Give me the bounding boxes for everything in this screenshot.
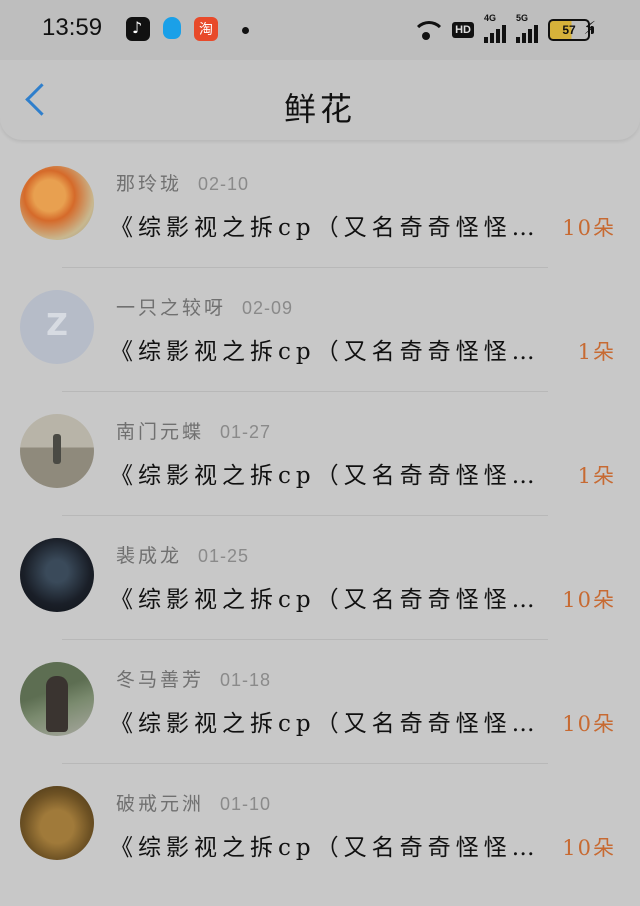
header: 鲜花 — [0, 60, 640, 140]
signal-5g-label: 5G — [516, 13, 529, 23]
charging-bolt-icon: ⚡ — [583, 18, 596, 39]
qq-app-icon — [160, 17, 184, 41]
list-item[interactable]: 南门元蝶 01-27 《综影视之拆cp（又名奇奇怪怪的》 1朵 — [0, 392, 640, 516]
flower-count: 1朵 — [577, 340, 616, 364]
post-date: 02-10 — [198, 174, 250, 194]
flower-count: 10朵 — [562, 836, 616, 860]
status-bar: 13:59 HD 4G 5G 57 ⚡ — [0, 0, 640, 60]
list-item[interactable]: 冬马善芳 01-18 《综影视之拆cp（又名奇奇怪怪的》 10朵 — [0, 640, 640, 764]
status-time: 13:59 — [42, 14, 103, 41]
avatar[interactable] — [20, 662, 94, 736]
signal-5g-icon: 5G — [516, 13, 538, 43]
post-date: 02-09 — [242, 298, 294, 318]
list-item[interactable]: 那玲珑 02-10 《综影视之拆cp（又名奇奇怪怪的》 10朵 — [0, 144, 640, 268]
post-date: 01-27 — [220, 422, 272, 442]
flower-count: 10朵 — [562, 216, 616, 240]
post-title[interactable]: 《综影视之拆cp（又名奇奇怪怪的》 — [110, 332, 560, 366]
user-name: 冬马善芳 01-18 — [116, 669, 272, 691]
post-title[interactable]: 《综影视之拆cp（又名奇奇怪怪的》 — [110, 580, 560, 614]
signal-4g-icon: 4G — [484, 13, 506, 43]
flower-count: 10朵 — [562, 588, 616, 612]
avatar[interactable] — [20, 414, 94, 488]
flower-count: 10朵 — [562, 712, 616, 736]
wifi-icon — [410, 18, 447, 42]
user-name: 那玲珑 02-10 — [116, 173, 250, 195]
signal-4g-label: 4G — [484, 13, 497, 23]
post-date: 01-10 — [220, 794, 272, 814]
post-title[interactable]: 《综影视之拆cp（又名奇奇怪怪的》 — [110, 828, 560, 862]
user-name: 南门元蝶 01-27 — [116, 421, 272, 443]
post-title[interactable]: 《综影视之拆cp（又名奇奇怪怪的》 — [110, 208, 560, 242]
post-date: 01-18 — [220, 670, 272, 690]
flower-count: 1朵 — [577, 464, 616, 488]
system-icons: HD 4G 5G 57 — [410, 13, 594, 44]
tiktok-app-icon — [126, 17, 150, 41]
notification-dot-icon — [242, 27, 249, 34]
post-date: 01-25 — [198, 546, 250, 566]
hd-badge: HD — [452, 22, 474, 38]
flower-list: 那玲珑02-10 《综影视之拆cp（又名奇奇怪怪的》 10朵 一只之较呀02-0… — [0, 144, 640, 888]
taobao-app-icon — [194, 17, 218, 41]
page-title: 鲜花 — [283, 90, 356, 128]
list-item[interactable]: 裴成龙 01-25 《综影视之拆cp（又名奇奇怪怪的》 10朵 — [0, 516, 640, 640]
avatar[interactable] — [20, 538, 94, 612]
list-item[interactable]: 一只之较呀02-09 《综影视之拆cp（又名奇奇怪怪的》 1朵 — [0, 268, 640, 392]
avatar[interactable] — [20, 290, 94, 364]
post-title[interactable]: 《综影视之拆cp（又名奇奇怪怪的》 — [110, 704, 560, 738]
user-name: 一只之较呀 02-09 — [116, 297, 294, 319]
list-item[interactable]: 破戒元洲 01-10 《综影视之拆cp（又名奇奇怪怪的》 10朵 — [0, 764, 640, 888]
user-name: 裴成龙 01-25 — [116, 545, 250, 567]
post-title[interactable]: 《综影视之拆cp（又名奇奇怪怪的》 — [110, 456, 560, 490]
user-name: 破戒元洲 01-10 — [116, 793, 272, 815]
avatar[interactable] — [20, 166, 94, 240]
avatar[interactable] — [20, 786, 94, 860]
